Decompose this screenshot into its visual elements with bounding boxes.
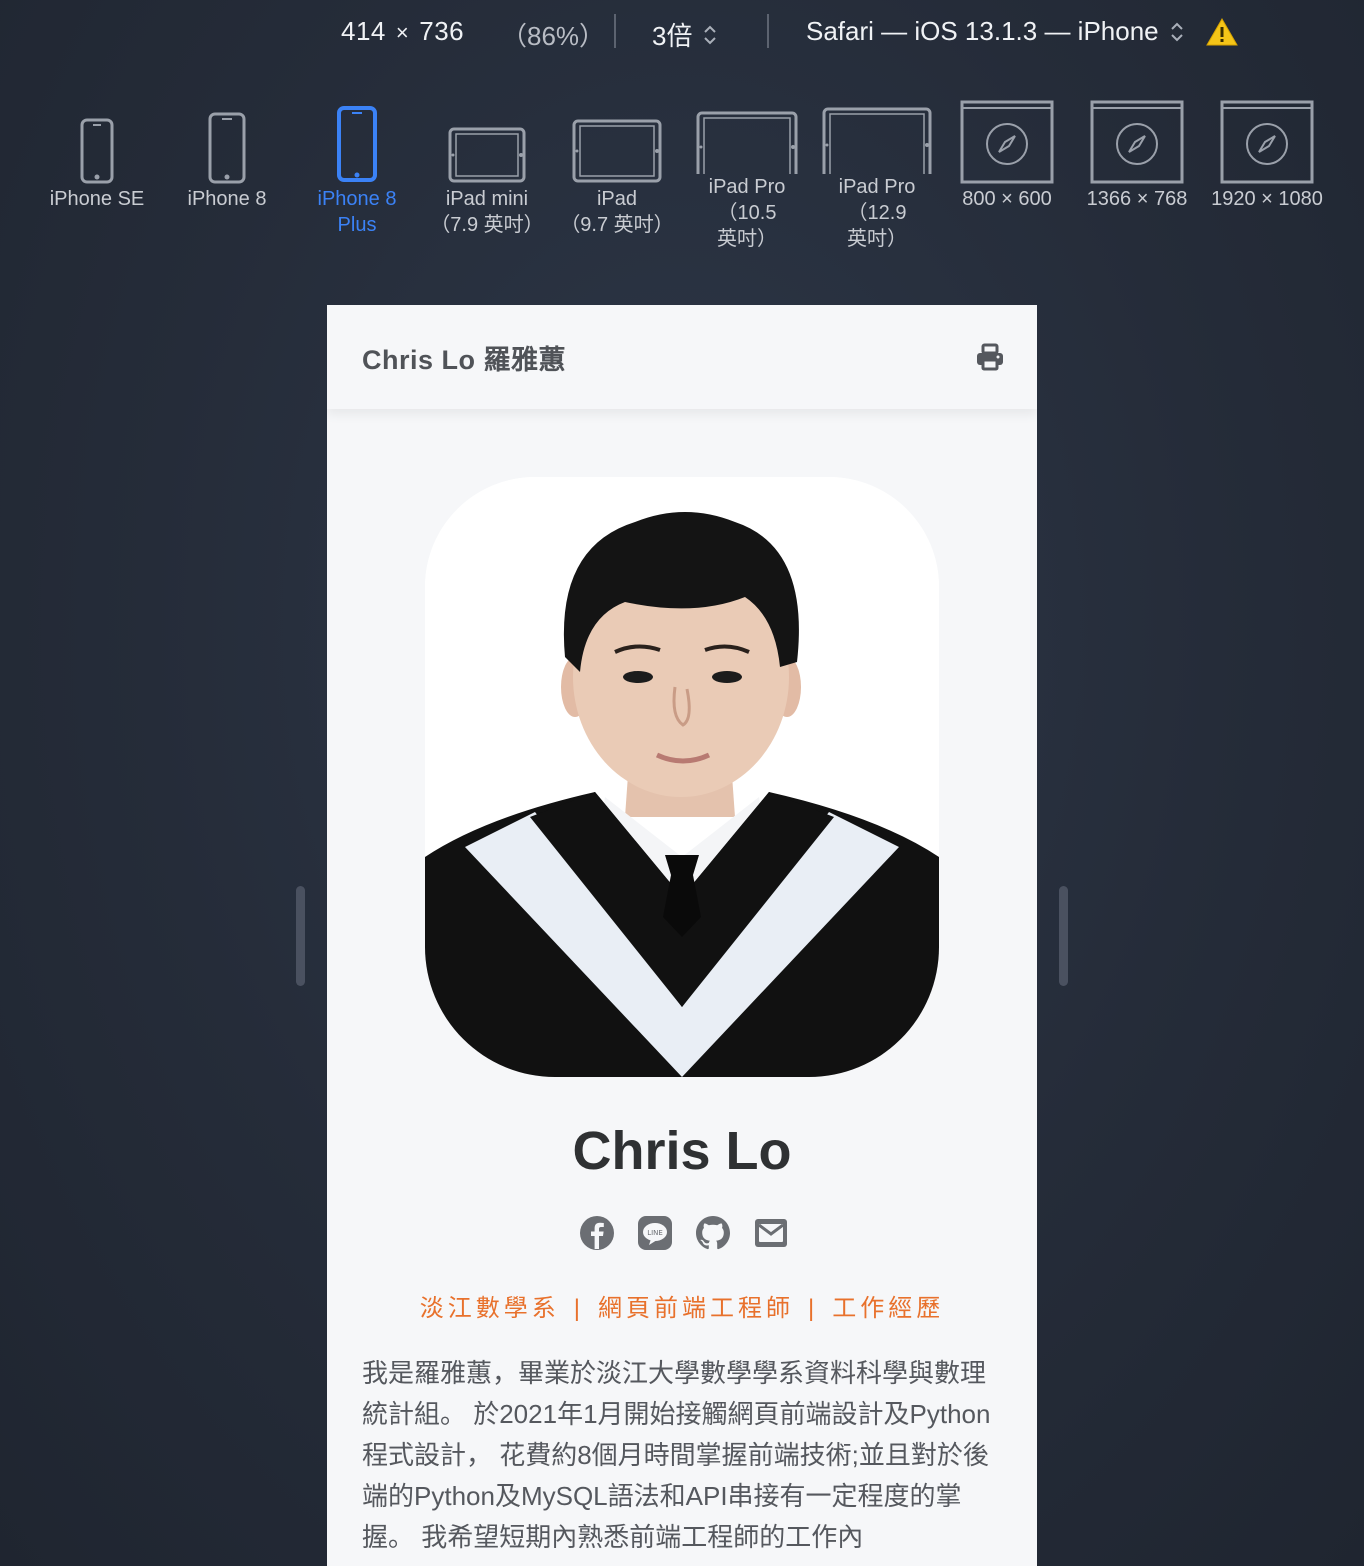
device-1920x1080[interactable]: 1920 × 1080 (1203, 96, 1331, 266)
resize-handle-right[interactable] (1059, 886, 1068, 986)
user-agent-value: Safari — iOS 13.1.3 — iPhone (806, 16, 1159, 46)
device-label: iPhone 8 (187, 188, 267, 210)
social-links: LINE (579, 1213, 789, 1253)
github-icon[interactable] (695, 1215, 731, 1251)
divider (614, 14, 616, 48)
device-label: 800 × 600 (962, 188, 1052, 210)
device-label: 1366 × 768 (1086, 188, 1188, 210)
browser-window-icon (1073, 96, 1201, 186)
tablet-icon (553, 96, 681, 186)
device-label: iPad mini （7.9 英吋） (430, 188, 544, 236)
device-ipad-pro-10-5[interactable]: iPad Pro （10.5 英吋） (683, 96, 811, 266)
device-iphone-se[interactable]: iPhone SE (33, 96, 161, 266)
tablet-large-icon (813, 96, 941, 183)
device-1366x768[interactable]: 1366 × 768 (1073, 96, 1201, 266)
viewport-dimensions: 414 × 736 (341, 16, 464, 47)
device-ipad-mini[interactable]: iPad mini （7.9 英吋） (423, 96, 551, 266)
tag-separator: | (808, 1295, 819, 1322)
pixel-ratio-select[interactable]: 3倍 (652, 16, 718, 53)
facebook-icon[interactable] (579, 1215, 615, 1251)
portrait-illustration (425, 477, 939, 1077)
svg-text:LINE: LINE (647, 1229, 663, 1237)
tag-experience[interactable]: 工作經歷 (832, 1295, 944, 1322)
divider (767, 14, 769, 48)
device-800x600[interactable]: 800 × 600 (943, 96, 1071, 266)
browser-window-icon (943, 96, 1071, 186)
tablet-large-icon (683, 96, 811, 183)
viewport-width: 414 (341, 16, 386, 46)
print-icon[interactable] (975, 342, 1005, 372)
device-preset-list: iPhone SE iPhone 8 iPhone 8 Plus iPad mi… (0, 96, 1364, 266)
responsive-toolbar: 414 × 736 （86%） 3倍 Safari — iOS 13.1.3 — i… (0, 0, 1364, 66)
device-label: 1920 × 1080 (1211, 188, 1323, 210)
device-ipad[interactable]: iPad （9.7 英吋） (553, 96, 681, 266)
tablet-icon (423, 96, 551, 186)
device-label: iPad Pro （10.5 英吋） (708, 176, 786, 250)
line-icon[interactable]: LINE (637, 1215, 673, 1251)
resize-handle-left[interactable] (296, 886, 305, 986)
profile-photo (425, 477, 939, 1077)
warning-icon[interactable] (1206, 18, 1238, 46)
site-navbar: Chris Lo 羅雅蕙 (327, 305, 1037, 409)
zoom-percent: （86%） (501, 21, 606, 51)
phone-large-icon (293, 96, 421, 186)
device-iphone-8-plus[interactable]: iPhone 8 Plus (293, 96, 421, 266)
viewport-height: 736 (419, 16, 465, 46)
pixel-ratio-value: 3倍 (652, 21, 693, 51)
device-label: iPad （9.7 英吋） (560, 188, 674, 236)
profile-bio: 我是羅雅蕙，畢業於淡江大學數學學系資料科學與數理統計組。 於2021年1月開始接… (362, 1358, 991, 1552)
chevron-updown-icon (704, 25, 717, 44)
phone-small-icon (33, 96, 161, 186)
times-sign: × (395, 20, 410, 45)
profile-name: Chris Lo (572, 1121, 792, 1181)
device-ipad-pro-12-9[interactable]: iPad Pro （12.9 英吋） (813, 96, 941, 266)
user-agent-select[interactable]: Safari — iOS 13.1.3 — iPhone (806, 16, 1185, 47)
device-viewport: Chris Lo 羅雅蕙 Chris Lo LINE 淡江數學系 | 網頁前端工… (327, 305, 1037, 1566)
device-label: iPhone SE (49, 188, 145, 210)
device-iphone-8[interactable]: iPhone 8 (163, 96, 291, 266)
device-label: iPad Pro （12.9 英吋） (838, 176, 916, 250)
tag-department[interactable]: 淡江數學系 (420, 1295, 560, 1322)
chevron-updown-icon (1170, 22, 1183, 41)
email-icon[interactable] (753, 1215, 789, 1251)
profile-tags: 淡江數學系 | 網頁前端工程師 | 工作經歷 (327, 1288, 1037, 1323)
tag-separator: | (573, 1295, 584, 1322)
device-label: iPhone 8 Plus (317, 188, 397, 236)
browser-window-icon (1203, 96, 1331, 186)
tag-role[interactable]: 網頁前端工程師 (598, 1295, 794, 1322)
site-brand[interactable]: Chris Lo 羅雅蕙 (362, 338, 566, 377)
phone-icon (163, 96, 291, 186)
